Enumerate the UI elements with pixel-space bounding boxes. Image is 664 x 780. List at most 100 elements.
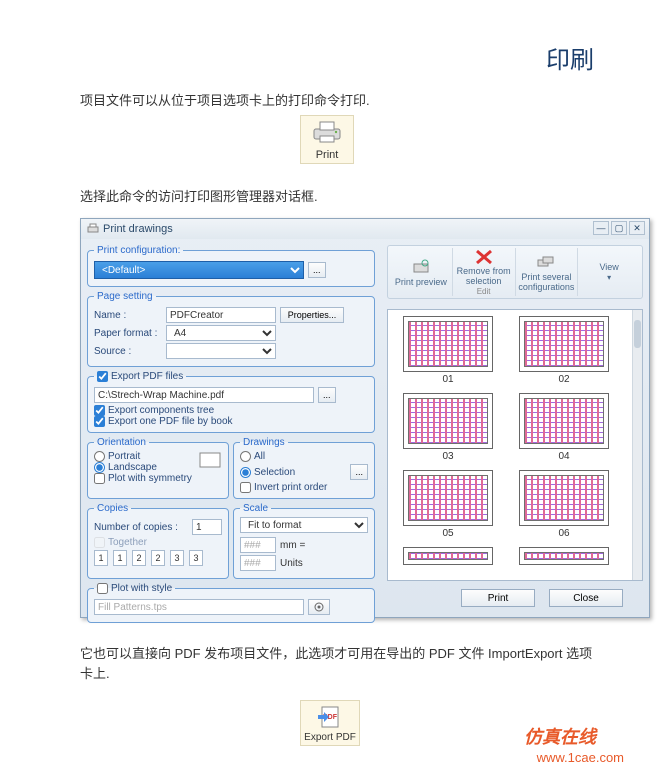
scale-mm-label: mm =: [280, 540, 305, 551]
plot-style-settings-button[interactable]: [308, 599, 330, 615]
plot-style-group: Plot with style: [87, 583, 375, 623]
num-copies-input[interactable]: [192, 519, 222, 535]
plot-style-label: Plot with style: [111, 583, 172, 594]
window-close[interactable]: ✕: [629, 221, 645, 235]
orientation-group: Orientation Portrait Landscape Plot with…: [87, 437, 229, 499]
print-several-label: Print several configurations: [516, 272, 578, 292]
thumbnail-label: 01: [442, 374, 453, 385]
together-label: Together: [108, 537, 147, 548]
plot-symmetry-checkbox[interactable]: [94, 473, 105, 484]
export-pdf-checkbox[interactable]: [97, 371, 108, 382]
thumbnail-02[interactable]: 02: [510, 316, 618, 385]
properties-button[interactable]: Properties...: [280, 307, 344, 323]
thumbnail-label: 03: [442, 451, 453, 462]
thumbnails-area: 01 02 03 04 05 06: [387, 309, 643, 581]
printer-name-input[interactable]: [166, 307, 276, 323]
drawings-more-button[interactable]: ...: [350, 464, 368, 480]
toolbar: Print preview Remove from selection Edit…: [387, 245, 643, 299]
paper-format-select[interactable]: A4: [166, 325, 276, 341]
copy-order-5: 3: [170, 550, 184, 566]
export-pdf-ribbon-button[interactable]: PDF Export PDF: [300, 700, 360, 746]
source-label: Source :: [94, 346, 162, 357]
print-several-button[interactable]: Print several configurations: [516, 248, 579, 296]
export-book-checkbox[interactable]: [94, 416, 105, 427]
export-path-browse-button[interactable]: ...: [318, 387, 336, 403]
plot-style-checkbox[interactable]: [97, 583, 108, 594]
thumbnail-04[interactable]: 04: [510, 393, 618, 462]
thumbnail-partial[interactable]: [394, 547, 502, 567]
selection-label: Selection: [254, 467, 295, 478]
all-label: All: [254, 451, 265, 462]
watermark-brand: 仿真在线: [524, 723, 596, 749]
export-pdf-label: Export PDF files: [111, 371, 183, 382]
copy-order-6: 3: [189, 550, 203, 566]
export-tree-checkbox[interactable]: [94, 405, 105, 416]
together-checkbox: [94, 537, 105, 548]
print-ribbon-label: Print: [303, 149, 351, 161]
invert-order-checkbox[interactable]: [240, 482, 251, 493]
remove-selection-button[interactable]: Remove from selection Edit: [453, 248, 516, 296]
remove-selection-label: Remove from selection: [453, 266, 515, 286]
paragraph-2: 选择此命令的访问打印图形管理器对话框.: [80, 186, 318, 205]
thumbnail-05[interactable]: 05: [394, 470, 502, 539]
selection-radio[interactable]: [240, 467, 251, 478]
thumbnail-label: 05: [442, 528, 453, 539]
orientation-icon: [198, 451, 222, 471]
chevron-down-icon: ▾: [607, 273, 611, 282]
vertical-scrollbar[interactable]: [632, 310, 642, 580]
orientation-legend: Orientation: [94, 437, 149, 448]
scale-group: Scale Fit to format mm = Units: [233, 503, 375, 579]
thumbnail-06[interactable]: 06: [510, 470, 618, 539]
copies-legend: Copies: [94, 503, 131, 514]
export-path-input[interactable]: [94, 387, 314, 403]
export-tree-label: Export components tree: [108, 405, 214, 416]
thumbnail-label: 04: [558, 451, 569, 462]
thumbnail-partial[interactable]: [510, 547, 618, 567]
scale-fit-select[interactable]: Fit to format: [240, 517, 368, 533]
copy-order-1: 1: [94, 550, 108, 566]
print-ribbon-button[interactable]: Print: [300, 115, 354, 164]
paragraph-3: 它也可以直接向 PDF 发布项目文件，此选项才可用在导出的 PDF 文件 Imp…: [80, 644, 594, 684]
all-radio[interactable]: [240, 451, 251, 462]
right-pane: Print preview Remove from selection Edit…: [381, 239, 649, 617]
printer-icon: [311, 120, 343, 144]
print-preview-label: Print preview: [395, 277, 447, 287]
thumbnail-label: 02: [558, 374, 569, 385]
portrait-radio[interactable]: [94, 451, 105, 462]
left-pane: Print configuration: <Default> ... Page …: [81, 239, 381, 617]
scale-units-input: [240, 555, 276, 571]
copy-order-3: 2: [132, 550, 146, 566]
name-label: Name :: [94, 310, 162, 321]
print-config-select[interactable]: <Default>: [94, 261, 304, 279]
landscape-label: Landscape: [108, 462, 157, 473]
copy-order-4: 2: [151, 550, 165, 566]
landscape-radio[interactable]: [94, 462, 105, 473]
view-label: View: [599, 262, 618, 272]
export-book-label: Export one PDF file by book: [108, 416, 233, 427]
invert-order-label: Invert print order: [254, 482, 327, 493]
close-button[interactable]: Close: [549, 589, 623, 607]
source-select[interactable]: [166, 343, 276, 359]
drawings-legend: Drawings: [240, 437, 288, 448]
dialog-title: Print drawings: [103, 223, 173, 235]
thumbnail-03[interactable]: 03: [394, 393, 502, 462]
view-dropdown[interactable]: View ▾: [578, 248, 640, 296]
dialog-footer: Print Close: [387, 585, 643, 611]
num-copies-label: Number of copies :: [94, 522, 178, 533]
window-minimize[interactable]: —: [593, 221, 609, 235]
print-button[interactable]: Print: [461, 589, 535, 607]
thumbnail-01[interactable]: 01: [394, 316, 502, 385]
toolbar-edit-label: Edit: [477, 287, 491, 296]
export-pdf-ribbon-label: Export PDF: [303, 732, 357, 743]
preview-icon: [411, 258, 431, 276]
export-pdf-group: Export PDF files ... Export components t…: [87, 371, 375, 433]
multi-printer-icon: [536, 253, 556, 271]
print-preview-button[interactable]: Print preview: [390, 248, 453, 296]
window-maximize[interactable]: ▢: [611, 221, 627, 235]
print-config-more-button[interactable]: ...: [308, 262, 326, 278]
watermark-url: www.1cae.com: [537, 750, 624, 765]
plot-style-input: [94, 599, 304, 615]
page-setting-group: Page setting Name : Properties... Paper …: [87, 291, 375, 367]
scale-mm-input: [240, 537, 276, 553]
dialog-titlebar: Print drawings — ▢ ✕: [81, 219, 649, 239]
